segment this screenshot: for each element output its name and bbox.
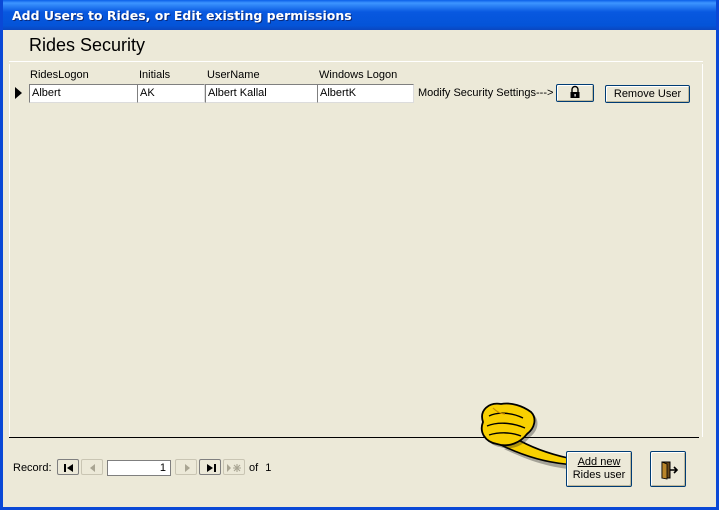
detail-section	[9, 64, 703, 437]
previous-record-icon	[90, 464, 95, 472]
page-title: Rides Security	[29, 35, 146, 55]
lock-icon	[570, 85, 580, 98]
previous-record-button[interactable]	[81, 459, 103, 475]
add-button-line2: Rides user	[572, 469, 626, 481]
first-record-button[interactable]	[57, 459, 79, 475]
user-name-field[interactable]: Albert Kallal	[205, 84, 318, 103]
current-record-input[interactable]: 1	[107, 460, 171, 476]
column-header-initials: Initials	[139, 69, 171, 81]
new-record-icon	[227, 464, 241, 472]
new-record-button[interactable]	[223, 459, 245, 475]
form-window: Add Users to Rides, or Edit existing per…	[0, 0, 719, 510]
add-new-rides-user-button[interactable]: Add new Rides user	[566, 451, 632, 487]
of-label: of	[249, 462, 259, 474]
footer-divider	[9, 437, 699, 438]
header-divider	[9, 61, 703, 62]
next-record-button[interactable]	[175, 459, 197, 475]
rides-logon-field[interactable]: Albert	[29, 84, 138, 103]
next-record-icon	[185, 464, 190, 472]
record-label: Record:	[13, 462, 52, 474]
windows-logon-field[interactable]: AlbertK	[317, 84, 414, 103]
add-button-line1: Add new	[577, 456, 621, 468]
column-header-windows-logon: Windows Logon	[319, 69, 398, 81]
record-count-label: of 1	[249, 462, 271, 474]
exit-door-icon	[661, 461, 679, 480]
current-record-indicator-icon[interactable]	[11, 84, 25, 102]
remove-user-button[interactable]: Remove User	[605, 85, 690, 103]
modify-security-button[interactable]	[556, 84, 594, 102]
total-records: 1	[265, 462, 272, 474]
last-record-button[interactable]	[199, 459, 221, 475]
window-title: Add Users to Rides, or Edit existing per…	[3, 0, 716, 30]
column-header-rides-logon: RidesLogon	[30, 69, 89, 81]
exit-form-button[interactable]	[650, 451, 686, 487]
last-record-icon	[207, 464, 216, 472]
form-client-area: Rides Security RidesLogon Initials UserN…	[3, 30, 716, 507]
initials-field[interactable]: AK	[137, 84, 205, 103]
pointing-hand-icon	[480, 402, 575, 470]
first-record-icon	[64, 464, 73, 472]
column-header-user-name: UserName	[207, 69, 260, 81]
modify-security-label: Modify Security Settings--->	[418, 87, 554, 99]
